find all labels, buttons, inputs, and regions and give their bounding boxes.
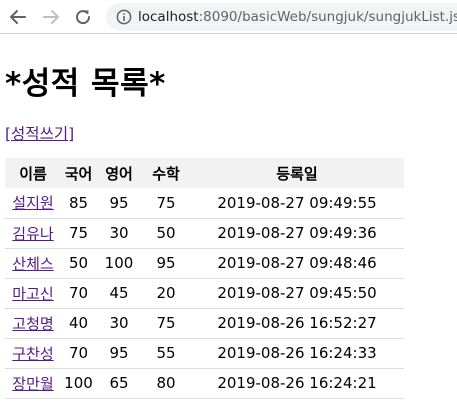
registered-date: 2019-08-27 09:48:46	[190, 248, 404, 279]
header-name: 이름	[5, 158, 61, 188]
math-score: 20	[142, 278, 190, 309]
korean-score: 85	[61, 188, 96, 219]
registered-date: 2019-08-26 16:52:27	[190, 308, 404, 339]
address-bar[interactable]: localhost:8090/basicWeb/sungjuk/sungjukL…	[106, 3, 457, 31]
korean-score: 40	[61, 308, 96, 339]
english-score: 45	[96, 278, 142, 309]
student-name-link[interactable]: 구찬성	[12, 345, 53, 363]
student-name-link[interactable]: 김유나	[12, 225, 53, 243]
english-score: 100	[96, 248, 142, 279]
table-row: 설지원 85 95 75 2019-08-27 09:49:55	[5, 188, 404, 219]
header-korean: 국어	[61, 158, 96, 188]
url-text: localhost:8090/basicWeb/sungjuk/sungjukL…	[138, 9, 457, 25]
table-row: 장만월 100 65 80 2019-08-26 16:24:21	[5, 368, 404, 399]
table-header-row: 이름 국어 영어 수학 등록일	[5, 158, 404, 188]
back-arrow-icon	[10, 10, 26, 24]
korean-score: 100	[61, 368, 96, 399]
student-name-link[interactable]: 산체스	[12, 255, 53, 273]
english-score: 65	[96, 368, 142, 399]
registered-date: 2019-08-26 16:24:33	[190, 338, 404, 369]
math-score: 50	[142, 218, 190, 249]
registered-date: 2019-08-26 16:24:21	[190, 368, 404, 399]
korean-score: 70	[61, 338, 96, 369]
math-score: 95	[142, 248, 190, 279]
url-path: :8090/basicWeb/sungjuk/sungjukList.jsp	[198, 9, 457, 25]
reload-icon	[76, 10, 91, 25]
registered-date: 2019-08-27 09:45:50	[190, 278, 404, 309]
table-row: 김유나 75 30 50 2019-08-27 09:49:36	[5, 218, 404, 249]
registered-date: 2019-08-27 09:49:55	[190, 188, 404, 219]
browser-toolbar: localhost:8090/basicWeb/sungjuk/sungjukL…	[0, 0, 457, 34]
forward-button[interactable]	[40, 6, 62, 28]
korean-score: 70	[61, 278, 96, 309]
korean-score: 75	[61, 218, 96, 249]
registered-date: 2019-08-27 09:49:36	[190, 218, 404, 249]
english-score: 30	[96, 218, 142, 249]
math-score: 75	[142, 308, 190, 339]
score-table: 이름 국어 영어 수학 등록일 설지원 85 95 75 2019-08-27 …	[5, 158, 404, 399]
student-name-link[interactable]: 마고신	[12, 285, 53, 303]
info-icon[interactable]	[116, 9, 132, 25]
table-row: 구찬성 70 95 55 2019-08-26 16:24:33	[5, 338, 404, 369]
header-english: 영어	[96, 158, 142, 188]
english-score: 95	[96, 338, 142, 369]
write-score-link[interactable]: [성적쓰기]	[5, 122, 74, 144]
table-row: 산체스 50 100 95 2019-08-27 09:48:46	[5, 248, 404, 279]
table-row: 마고신 70 45 20 2019-08-27 09:45:50	[5, 278, 404, 309]
url-host: localhost	[138, 9, 199, 25]
korean-score: 50	[61, 248, 96, 279]
student-name-link[interactable]: 장만월	[12, 375, 53, 393]
header-math: 수학	[142, 158, 190, 188]
table-row: 고청명 40 30 75 2019-08-26 16:52:27	[5, 308, 404, 339]
math-score: 80	[142, 368, 190, 399]
header-date: 등록일	[190, 158, 404, 188]
page-title: *성적 목록*	[5, 66, 166, 102]
back-button[interactable]	[7, 6, 29, 28]
english-score: 30	[96, 308, 142, 339]
english-score: 95	[96, 188, 142, 219]
student-name-link[interactable]: 설지원	[12, 194, 53, 212]
student-name-link[interactable]: 고청명	[12, 315, 53, 333]
reload-button[interactable]	[72, 6, 94, 28]
math-score: 75	[142, 188, 190, 219]
forward-arrow-icon	[43, 10, 59, 24]
math-score: 55	[142, 338, 190, 369]
